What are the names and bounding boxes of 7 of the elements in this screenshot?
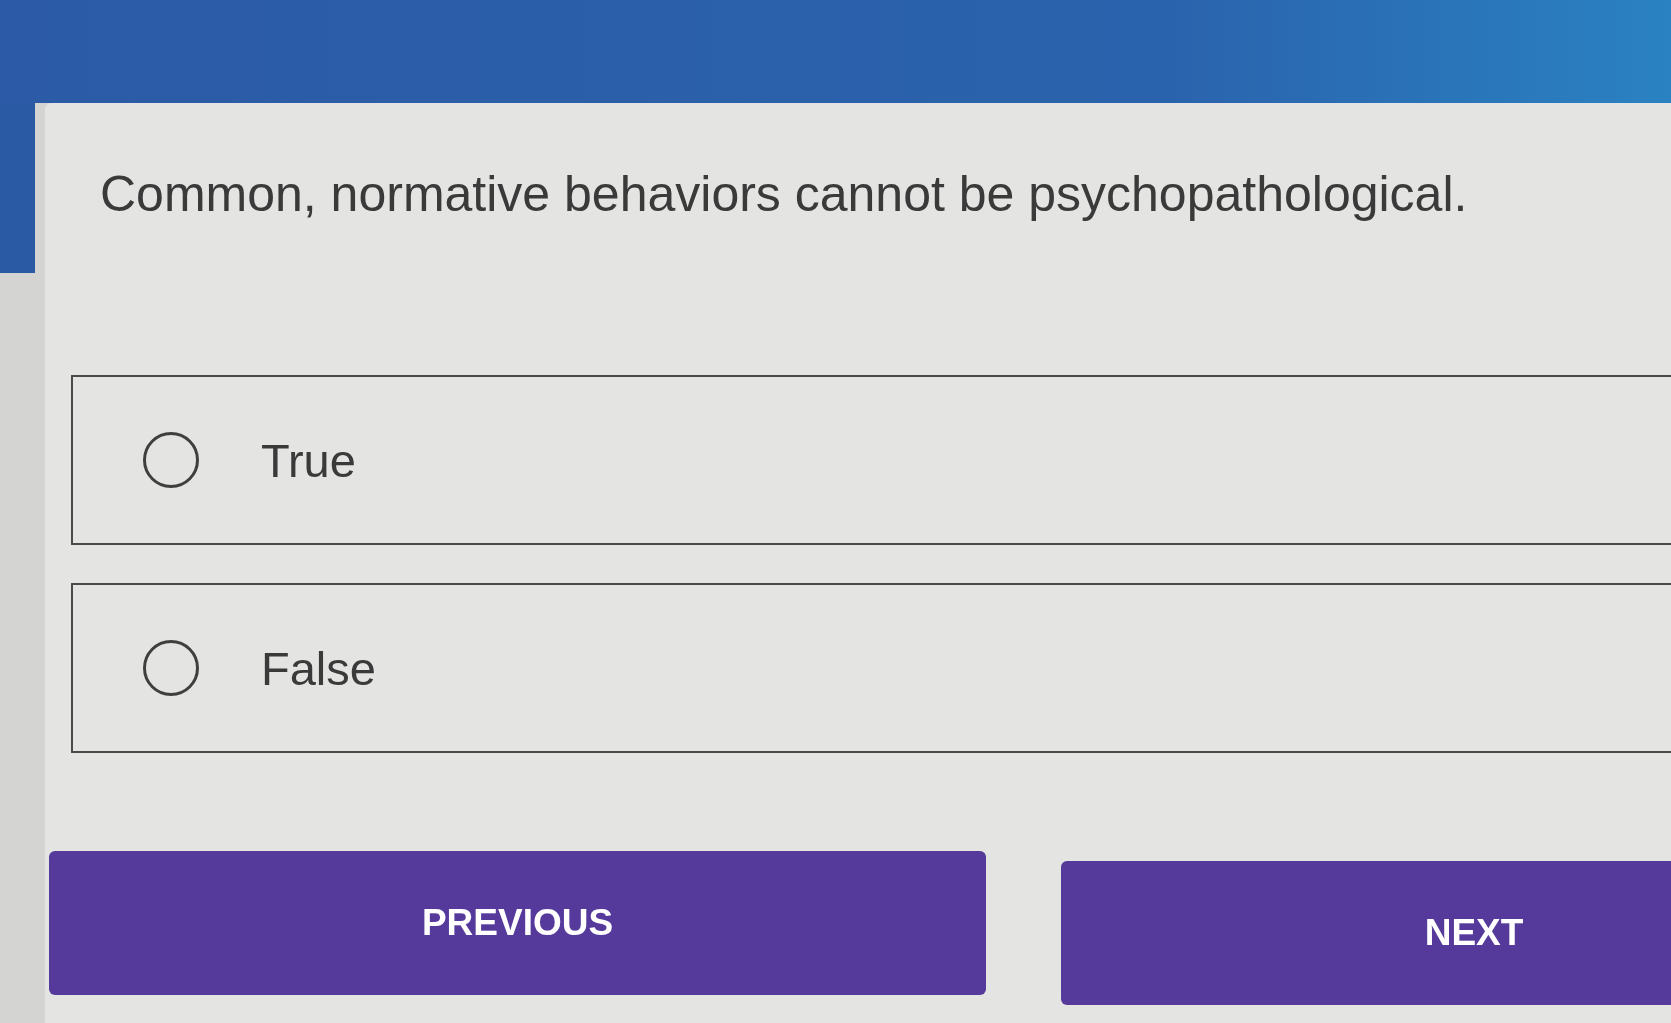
radio-button[interactable] [143,432,199,488]
radio-button[interactable] [143,640,199,696]
next-button[interactable]: NEXT [1061,861,1671,1005]
answer-option[interactable]: True [71,375,1671,545]
previous-button[interactable]: PREVIOUS [49,851,986,995]
answer-option[interactable]: False [71,583,1671,753]
question-text: Common, normative behaviors cannot be psychopathological. [100,165,1468,224]
